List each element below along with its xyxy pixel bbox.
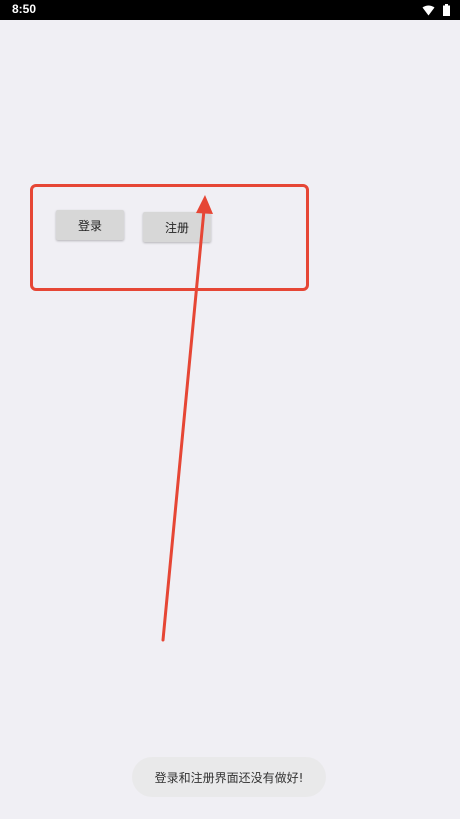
annotation-arrow xyxy=(161,195,213,642)
toast-message: 登录和注册界面还没有做好! xyxy=(132,757,326,797)
